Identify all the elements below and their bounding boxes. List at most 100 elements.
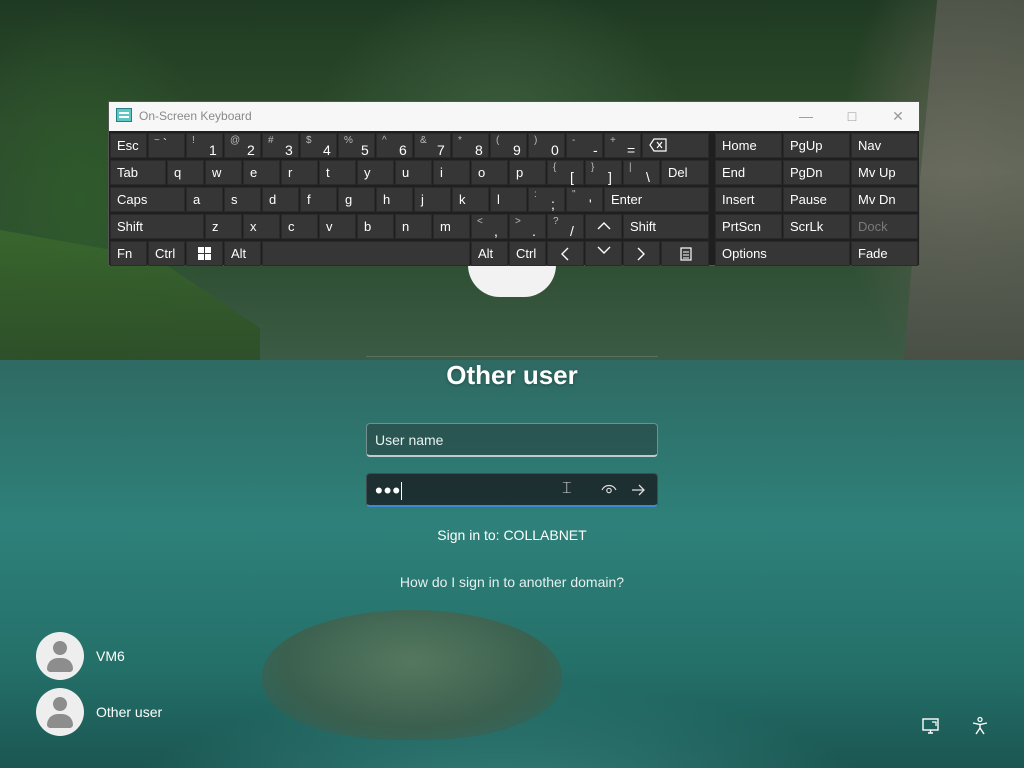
key-h[interactable]: h bbox=[376, 187, 413, 212]
password-mask: ••• bbox=[375, 478, 402, 503]
key-backspace[interactable] bbox=[642, 133, 709, 158]
key-windows[interactable] bbox=[186, 241, 223, 266]
key-6[interactable]: ^ 6 bbox=[376, 133, 413, 158]
key-o[interactable]: o bbox=[471, 160, 508, 185]
user-avatar-icon bbox=[36, 688, 84, 736]
close-button[interactable]: ✕ bbox=[875, 102, 921, 131]
key-arrow-down[interactable] bbox=[585, 241, 622, 266]
username-field[interactable]: User name bbox=[366, 423, 658, 457]
key-arrow-right[interactable] bbox=[623, 241, 660, 266]
key-arrow-left[interactable] bbox=[547, 241, 584, 266]
minimize-button[interactable]: — bbox=[783, 102, 829, 131]
key-shift-left[interactable]: Shift bbox=[110, 214, 204, 239]
key-del[interactable]: Del bbox=[661, 160, 709, 185]
key-c[interactable]: c bbox=[281, 214, 318, 239]
key-l[interactable]: l bbox=[490, 187, 527, 212]
key-home[interactable]: Home bbox=[715, 133, 782, 158]
key-quote[interactable]: " ' bbox=[566, 187, 603, 212]
key-pause[interactable]: Pause bbox=[783, 187, 850, 212]
key-slash[interactable]: ? / bbox=[547, 214, 584, 239]
key-shift-right[interactable]: Shift bbox=[623, 214, 709, 239]
key-f[interactable]: f bbox=[300, 187, 337, 212]
key-menu[interactable] bbox=[661, 241, 709, 266]
key-e[interactable]: e bbox=[243, 160, 280, 185]
other-domain-link[interactable]: How do I sign in to another domain? bbox=[0, 574, 1024, 590]
key-end[interactable]: End bbox=[715, 160, 782, 185]
key-p[interactable]: p bbox=[509, 160, 546, 185]
key-mv-dn[interactable]: Mv Dn bbox=[851, 187, 918, 212]
osk-title: On-Screen Keyboard bbox=[139, 109, 252, 123]
key-8[interactable]: * 8 bbox=[452, 133, 489, 158]
key-x[interactable]: x bbox=[243, 214, 280, 239]
key-2[interactable]: @2 bbox=[224, 133, 261, 158]
key-nav[interactable]: Nav bbox=[851, 133, 918, 158]
key-backslash[interactable]: | \ bbox=[623, 160, 660, 185]
windows-icon bbox=[198, 247, 211, 260]
key-semicolon[interactable]: :; bbox=[528, 187, 565, 212]
key-enter[interactable]: Enter bbox=[604, 187, 709, 212]
key-v[interactable]: v bbox=[319, 214, 356, 239]
network-icon[interactable] bbox=[921, 716, 941, 736]
submit-arrow-icon[interactable] bbox=[629, 481, 647, 499]
key-insert[interactable]: Insert bbox=[715, 187, 782, 212]
maximize-button[interactable]: □ bbox=[829, 102, 875, 131]
key-k[interactable]: k bbox=[452, 187, 489, 212]
username-placeholder: User name bbox=[375, 432, 444, 448]
user-tile-vm6[interactable]: VM6 bbox=[36, 632, 125, 680]
key-t[interactable]: t bbox=[319, 160, 356, 185]
key-pgdn[interactable]: PgDn bbox=[783, 160, 850, 185]
key-alt-right[interactable]: Alt bbox=[471, 241, 508, 266]
key-i[interactable]: i bbox=[433, 160, 470, 185]
key-close-bracket[interactable]: }] bbox=[585, 160, 622, 185]
key-b[interactable]: b bbox=[357, 214, 394, 239]
menu-key-icon bbox=[680, 247, 692, 261]
key-arrow-up[interactable] bbox=[585, 214, 622, 239]
key-z[interactable]: z bbox=[205, 214, 242, 239]
reveal-password-icon[interactable] bbox=[601, 481, 617, 497]
key-5[interactable]: % 5 bbox=[338, 133, 375, 158]
accessibility-icon[interactable] bbox=[970, 716, 990, 736]
key-period[interactable]: >. bbox=[509, 214, 546, 239]
key-3[interactable]: #3 bbox=[262, 133, 299, 158]
key-esc[interactable]: Esc bbox=[110, 133, 147, 158]
key-fn[interactable]: Fn bbox=[110, 241, 147, 266]
key-y[interactable]: y bbox=[357, 160, 394, 185]
key-space[interactable] bbox=[262, 241, 470, 266]
key-d[interactable]: d bbox=[262, 187, 299, 212]
key-a[interactable]: a bbox=[186, 187, 223, 212]
key-s[interactable]: s bbox=[224, 187, 261, 212]
key-n[interactable]: n bbox=[395, 214, 432, 239]
user-tile-other[interactable]: Other user bbox=[36, 688, 162, 736]
key-m[interactable]: m bbox=[433, 214, 470, 239]
key-alt-left[interactable]: Alt bbox=[224, 241, 261, 266]
key-9[interactable]: (9 bbox=[490, 133, 527, 158]
key-comma[interactable]: <, bbox=[471, 214, 508, 239]
key-j[interactable]: j bbox=[414, 187, 451, 212]
key-mv-up[interactable]: Mv Up bbox=[851, 160, 918, 185]
key-options[interactable]: Options bbox=[715, 241, 850, 266]
key-w[interactable]: w bbox=[205, 160, 242, 185]
key-minus[interactable]: -- bbox=[566, 133, 603, 158]
key-caps[interactable]: Caps bbox=[110, 187, 185, 212]
key-tab[interactable]: Tab bbox=[110, 160, 166, 185]
key-pgup[interactable]: PgUp bbox=[783, 133, 850, 158]
key-u[interactable]: u bbox=[395, 160, 432, 185]
on-screen-keyboard[interactable]: On-Screen Keyboard — □ ✕ Esc ~ ` ! 1 @2 #… bbox=[108, 101, 920, 266]
key-q[interactable]: q bbox=[167, 160, 204, 185]
key-scrlk[interactable]: ScrLk bbox=[783, 214, 850, 239]
key-7[interactable]: & 7 bbox=[414, 133, 451, 158]
key-fade[interactable]: Fade bbox=[851, 241, 918, 266]
key-1[interactable]: ! 1 bbox=[186, 133, 223, 158]
key-4[interactable]: $4 bbox=[300, 133, 337, 158]
key-tilde[interactable]: ~ ` bbox=[148, 133, 185, 158]
password-field[interactable]: ••• ⌶ bbox=[366, 473, 658, 507]
key-equals[interactable]: + = bbox=[604, 133, 641, 158]
key-0[interactable]: ) 0 bbox=[528, 133, 565, 158]
key-ctrl-right[interactable]: Ctrl bbox=[509, 241, 546, 266]
key-ctrl-left[interactable]: Ctrl bbox=[148, 241, 185, 266]
key-g[interactable]: g bbox=[338, 187, 375, 212]
osk-titlebar[interactable]: On-Screen Keyboard — □ ✕ bbox=[109, 102, 919, 131]
key-open-bracket[interactable]: {[ bbox=[547, 160, 584, 185]
key-r[interactable]: r bbox=[281, 160, 318, 185]
key-prtscn[interactable]: PrtScn bbox=[715, 214, 782, 239]
